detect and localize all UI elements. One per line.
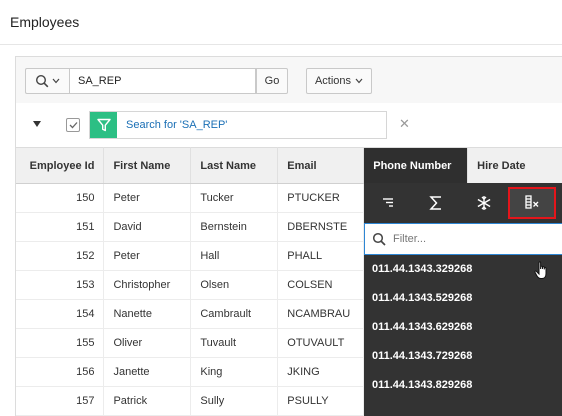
column-header-first-name[interactable]: First Name [103,147,192,184]
checkmark-icon [69,122,77,129]
cell-employee-id: 154 [16,299,105,329]
page-title: Employees [10,14,80,30]
column-header-last-name[interactable]: Last Name [190,147,279,184]
cell-employee-id: 155 [16,328,105,358]
cell-first-name: Peter [103,241,192,271]
cell-last-name: Tuvault [190,328,279,358]
title-divider [0,44,562,45]
cell-employee-id: 152 [16,241,105,271]
filter-bar: Search for 'SA_REP' ✕ [16,104,562,147]
cell-email: NCAMBRAU [277,299,365,329]
cell-first-name: David [103,212,192,242]
column-value-item[interactable]: 011.44.1343.529268 [364,284,562,313]
search-input[interactable] [69,68,256,94]
hand-pointer-icon [534,261,547,279]
sort-icon[interactable] [364,183,412,223]
chevron-down-icon [355,78,363,84]
column-header-menu: 011.44.1343.329268011.44.1343.529268011.… [364,183,562,416]
column-filter-field[interactable] [364,223,562,255]
filter-chip[interactable]: Search for 'SA_REP' [89,111,387,139]
collapse-triangle-icon[interactable] [33,121,41,127]
cell-email: OTUVAULT [277,328,365,358]
search-column-button[interactable] [25,68,69,94]
cell-employee-id: 153 [16,270,105,300]
cell-employee-id: 151 [16,212,105,242]
column-header-phone-number[interactable]: Phone Number [363,147,469,184]
cell-last-name: Cambrault [190,299,279,329]
cell-employee-id: 150 [16,183,105,213]
cell-last-name: Olsen [190,270,279,300]
chevron-down-icon [52,78,60,84]
cell-employee-id: 156 [16,357,105,387]
freeze-icon[interactable] [460,183,508,223]
search-icon [35,74,49,88]
cell-first-name: Janette [103,357,192,387]
cell-email: DBERNSTE [277,212,365,242]
column-menu-actions [364,183,562,223]
actions-button[interactable]: Actions [306,68,372,94]
column-header-employee-id[interactable]: Employee Id [16,147,105,184]
table-header-row: Employee Id First Name Last Name Email P… [16,147,562,184]
search-icon [372,232,386,246]
cell-last-name: King [190,357,279,387]
cell-first-name: Nanette [103,299,192,329]
cell-email: COLSEN [277,270,365,300]
filter-label[interactable]: Search for 'SA_REP' [126,119,227,131]
hide-column-icon[interactable] [508,187,556,219]
column-filter-input[interactable] [393,230,543,248]
cell-first-name: Oliver [103,328,192,358]
column-header-email[interactable]: Email [277,147,365,184]
cell-last-name: Sully [190,386,279,416]
cell-email: PHALL [277,241,365,271]
cell-email: JKING [277,357,365,387]
report-region: Go Actions Search for 'SA_REP' ✕ Employe… [15,56,562,416]
filter-enable-checkbox[interactable] [66,118,80,132]
cell-first-name: Peter [103,183,192,213]
go-button[interactable]: Go [256,68,288,94]
cell-last-name: Hall [190,241,279,271]
column-value-item[interactable]: 011.44.1343.629268 [364,313,562,342]
filter-icon [90,112,117,138]
actions-label: Actions [314,75,352,87]
cell-last-name: Bernstein [190,212,279,242]
column-header-hire-date[interactable]: Hire Date [467,147,562,184]
column-values-list: 011.44.1343.329268 011.44.1343.529268 011.… [364,255,562,400]
report-toolbar: Go Actions [16,57,562,103]
cell-first-name: Patrick [103,386,192,416]
column-value-item[interactable]: 011.44.1343.329268 [364,255,562,284]
column-value-item[interactable]: 011.44.1343.729268 [364,342,562,371]
cell-employee-id: 157 [16,386,105,416]
column-value-item[interactable]: 011.44.1343.829268 [364,371,562,400]
cell-first-name: Christopher [103,270,192,300]
cell-email: PTUCKER [277,183,365,213]
remove-filter-icon[interactable]: ✕ [399,116,410,132]
cell-last-name: Tucker [190,183,279,213]
cell-email: PSULLY [277,386,365,416]
aggregate-icon[interactable] [412,183,460,223]
